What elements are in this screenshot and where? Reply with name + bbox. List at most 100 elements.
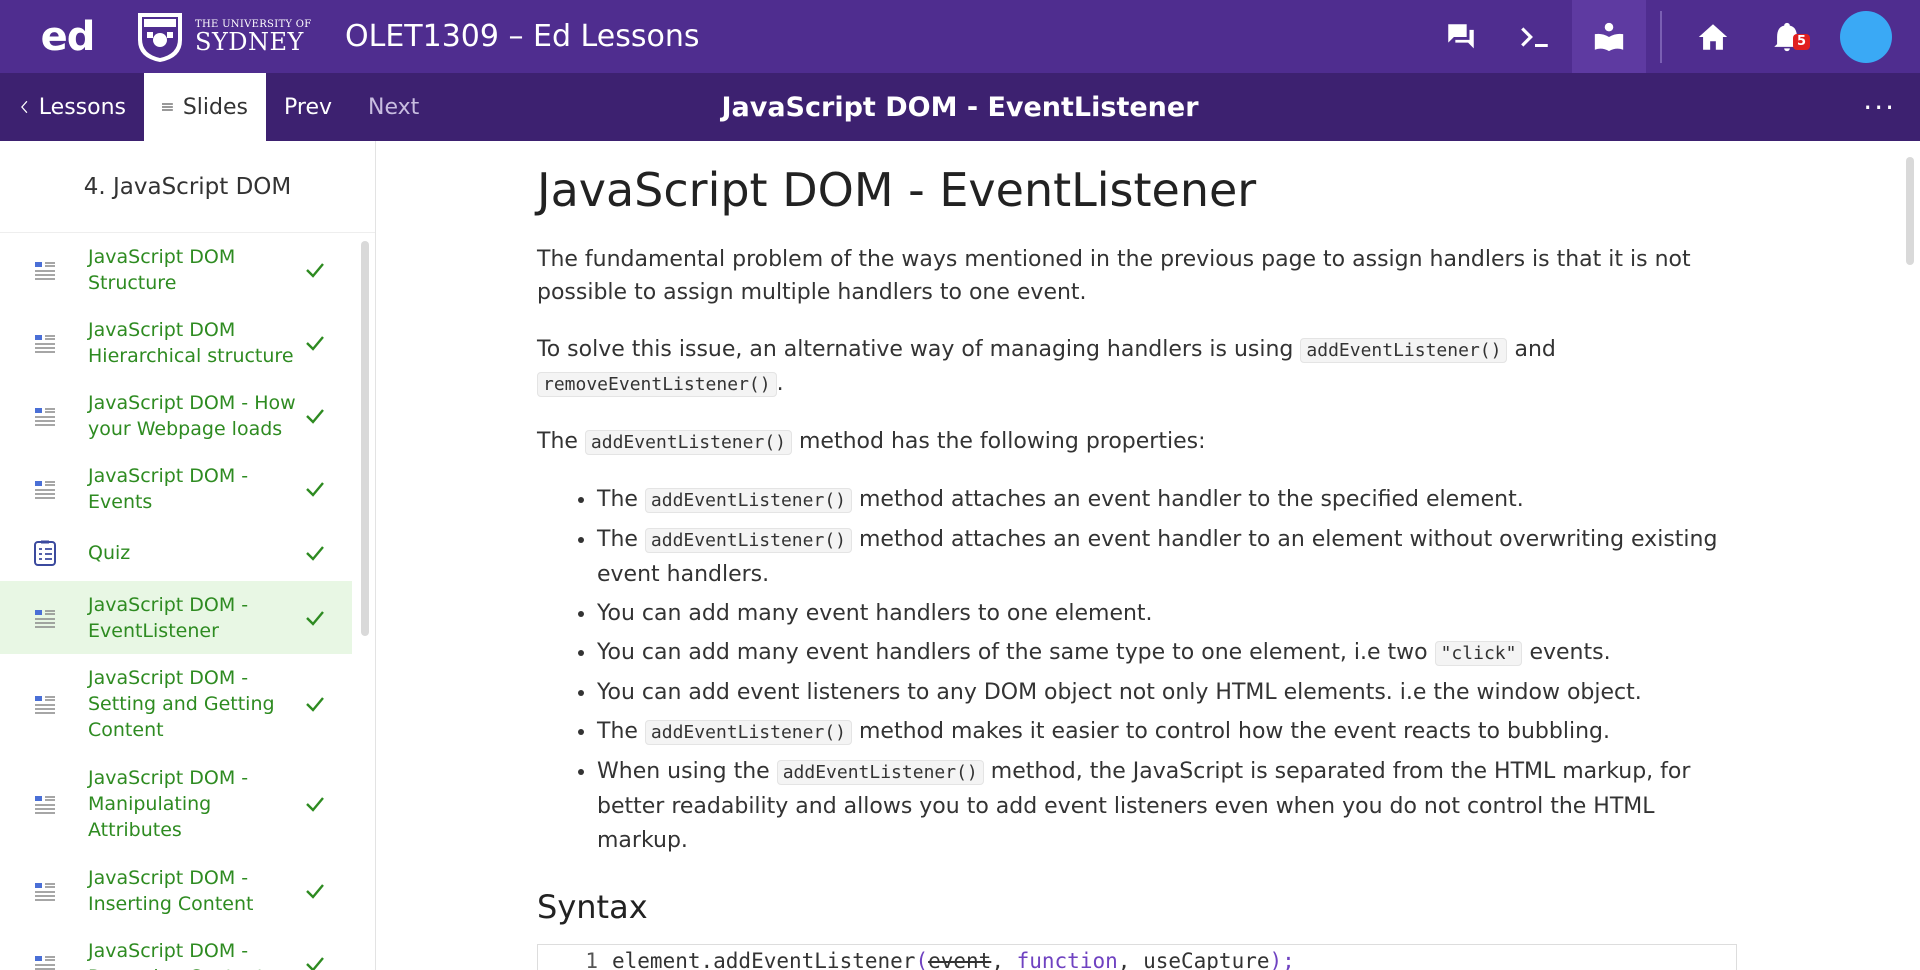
sidebar-item[interactable]: JavaScript DOM Hierarchical structure (0, 306, 352, 379)
list-item: You can add many event handlers of the s… (597, 636, 1737, 671)
quiz-icon (34, 540, 56, 566)
list-item: You can add many event handlers to one e… (597, 597, 1737, 631)
sidebar-item[interactable]: JavaScript DOM Structure (0, 233, 352, 306)
inline-code: removeEventListener() (537, 372, 777, 397)
university-crest-icon (138, 12, 182, 62)
sidebar-item[interactable]: JavaScript DOM - How your Webpage loads (0, 379, 352, 452)
terminal-icon (1521, 26, 1548, 47)
document-icon (35, 796, 55, 814)
check-icon (306, 697, 324, 712)
code-comma: , (1117, 949, 1144, 970)
home-icon (1698, 23, 1728, 50)
sidebar-item[interactable]: JavaScript DOM - Events (0, 452, 352, 525)
paragraph: To solve this issue, an alternative way … (537, 333, 1737, 401)
text: To solve this issue, an alternative way … (537, 337, 1301, 362)
slides-label: Slides (182, 94, 248, 120)
code-block[interactable]: 1 element.addEventListener(event, functi… (537, 944, 1737, 970)
more-options-button[interactable]: ··· (1863, 91, 1896, 124)
code-function: element.addEventListener (612, 949, 916, 970)
sidebar-item[interactable]: JavaScript DOM - Manipulating Attributes (0, 754, 352, 854)
sidebar-item-label: JavaScript DOM Structure (88, 245, 236, 294)
text: The (597, 527, 645, 552)
sidebar-item-label: JavaScript DOM - Manipulating Attributes (88, 767, 249, 841)
university-logo[interactable]: THE UNIVERSITY OF SYDNEY (135, 10, 345, 64)
document-icon (35, 882, 55, 901)
sidebar-item[interactable]: JavaScript DOM - Inserting Content (0, 854, 352, 927)
code-close: ); (1269, 949, 1295, 970)
top-icons: 5 (1424, 0, 1920, 73)
university-name: SYDNEY (195, 27, 304, 56)
code-paren: ( (915, 949, 929, 970)
text: and (1507, 337, 1556, 362)
sidebar-item[interactable]: Quiz (0, 525, 352, 581)
inline-code: addEventListener() (584, 430, 792, 455)
text: . (776, 371, 784, 396)
sidebar-item-label: JavaScript DOM - How your Webpage loads (88, 391, 296, 440)
ed-logo[interactable]: ed (0, 14, 135, 60)
document-icon (35, 480, 55, 499)
next-button[interactable]: Next (350, 73, 437, 141)
sidebar-scrollbar[interactable] (361, 241, 369, 636)
main-content: JavaScript DOM - EventListener The funda… (377, 141, 1920, 970)
check-icon (306, 408, 324, 424)
text: The (597, 487, 645, 512)
check-icon (306, 883, 324, 899)
code-comma: , (991, 949, 1017, 970)
slides-sidebar: 4. JavaScript DOM JavaScript DOM Structu… (0, 141, 376, 970)
text: You can add many event handlers of the s… (597, 640, 1435, 665)
check-icon (306, 797, 324, 812)
home-button[interactable] (1676, 0, 1750, 73)
paragraph: The fundamental problem of the ways ment… (537, 247, 1691, 305)
lessons-icon (1594, 22, 1624, 51)
lessons-button[interactable] (1572, 0, 1646, 73)
lessons-button[interactable]: Lessons (0, 73, 144, 141)
divider (1660, 10, 1662, 63)
check-icon (306, 956, 324, 970)
discussion-button[interactable] (1424, 0, 1498, 73)
list-item: The addEventListener() method makes it e… (597, 715, 1737, 750)
line-number: 1 (585, 949, 598, 970)
course-title: OLET1309 – Ed Lessons (345, 19, 700, 54)
slide-content: JavaScript DOM - EventListener The funda… (537, 163, 1737, 970)
syntax-heading: Syntax (537, 888, 648, 926)
list-item: You can add event listeners to any DOM o… (597, 676, 1737, 710)
sidebar-item-label: JavaScript DOM - Removing Content (88, 939, 264, 970)
inline-code: addEventListener() (644, 528, 852, 553)
inline-code: addEventListener() (644, 488, 852, 513)
list-item: The addEventListener() method attaches a… (597, 523, 1737, 592)
text: method has the following properties: (792, 429, 1206, 454)
text: method attaches an event handler to the … (852, 487, 1524, 512)
list-item: The addEventListener() method attaches a… (597, 483, 1737, 518)
sidebar-item-label: JavaScript DOM Hierarchical structure (88, 318, 294, 367)
notifications-button[interactable]: 5 (1750, 0, 1824, 73)
list-item: When using the addEventListener() method… (597, 755, 1737, 858)
sidebar-item-label: Quiz (88, 542, 131, 564)
sidebar-item-label: JavaScript DOM - EventListener (88, 593, 249, 642)
content-scrollbar[interactable] (1906, 157, 1914, 265)
module-title: 4. JavaScript DOM (0, 141, 375, 233)
sidebar-item[interactable]: JavaScript DOM - Setting and Getting Con… (0, 654, 352, 754)
code-arg-usecapture: useCapture (1143, 949, 1270, 970)
slides-button[interactable]: Slides (144, 73, 266, 141)
document-icon (35, 955, 55, 970)
menu-icon (162, 103, 173, 111)
chevron-left-icon (21, 100, 28, 114)
document-icon (35, 261, 55, 280)
inline-code: addEventListener() (776, 760, 984, 785)
sidebar-item[interactable]: JavaScript DOM - EventListener (0, 581, 352, 654)
text: events. (1522, 640, 1611, 665)
code-arg-function: function (1016, 949, 1118, 970)
text: The (597, 719, 645, 744)
check-icon (306, 262, 324, 278)
terminal-button[interactable] (1498, 0, 1572, 73)
avatar[interactable] (1840, 10, 1892, 63)
discussion-icon (1448, 23, 1474, 48)
sidebar-item[interactable]: JavaScript DOM - Removing Content (0, 927, 352, 970)
document-icon (35, 696, 55, 714)
prev-button[interactable]: Prev (266, 73, 350, 141)
lessons-label: Lessons (38, 94, 126, 120)
text: The (537, 429, 585, 454)
document-icon (35, 407, 55, 426)
text: method makes it easier to control how th… (852, 719, 1610, 744)
notification-badge: 5 (1792, 34, 1810, 50)
